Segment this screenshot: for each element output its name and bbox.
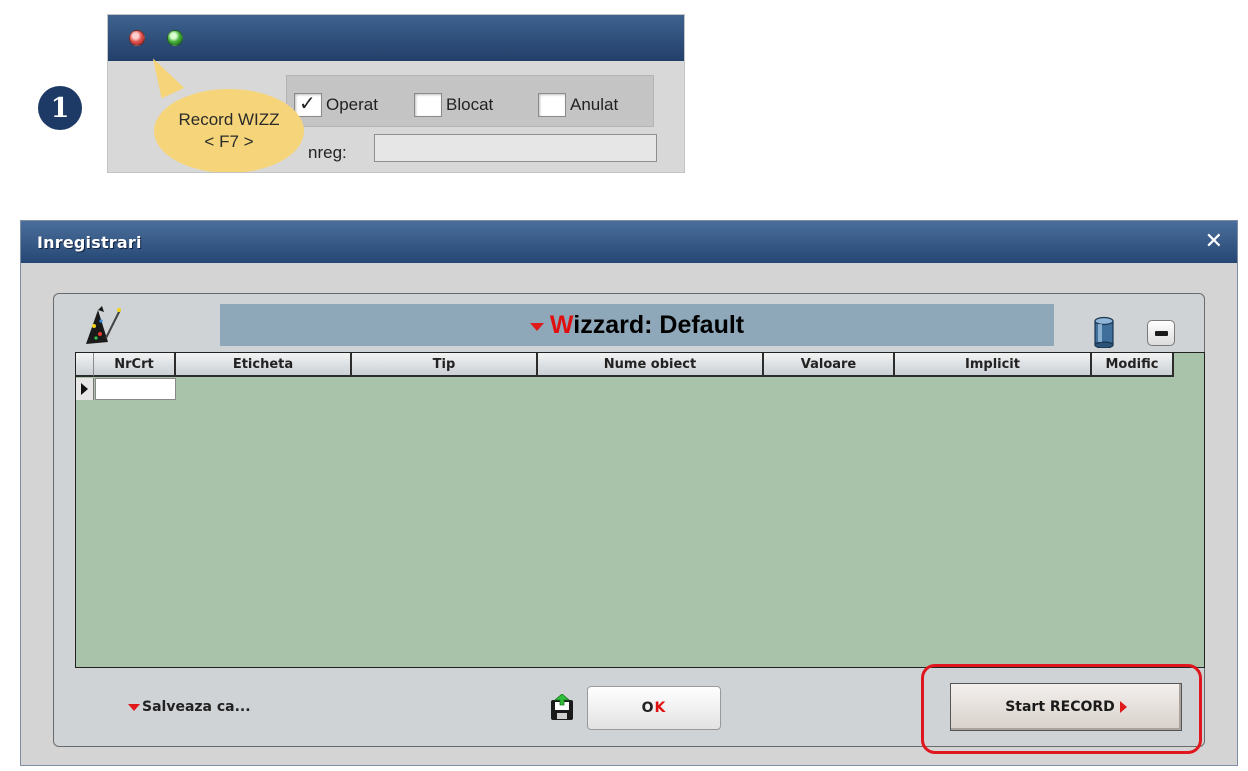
enreg-label: nreg: [308,143,347,162]
play-arrow-icon [1119,701,1127,713]
checkbox-anulat-box[interactable] [538,93,566,117]
inregistrari-window: Inregistrari ✕ Wizzard: Default NrCrt Et… [20,220,1238,766]
checkmark-icon: ✓ [299,91,316,115]
current-row-indicator[interactable] [76,378,94,400]
red-dropdown-caret-icon[interactable] [529,323,544,331]
column-header-implicit[interactable]: Implicit [895,353,1092,377]
checkbox-blocat[interactable]: Blocat [414,91,493,119]
grid-header: NrCrt Eticheta Tip Nume obiect Valoare I… [76,353,1174,377]
start-record-label: Start RECORD [1005,699,1115,715]
minus-button[interactable] [1147,320,1175,346]
nrcrt-cell-editor[interactable] [95,378,176,400]
ok-button-label: O [641,700,655,716]
window-titlebar: Inregistrari ✕ [21,221,1237,263]
close-icon[interactable]: ✕ [1205,229,1223,254]
column-header-modific[interactable]: Modific [1092,353,1174,377]
green-dot-icon[interactable] [167,30,183,46]
checkbox-anulat-label: Anulat [570,95,619,114]
column-header-nrcrt[interactable]: NrCrt [94,353,176,377]
checkbox-operat-label: Operat [326,95,378,114]
record-wizz-snippet: ✓ Operat Blocat Anulat nreg: Record WIZZ… [107,14,685,173]
ok-button-hotkey: K [654,700,667,716]
record-wizz-tooltip: Record WIZZ < F7 > [154,89,304,172]
checkbox-operat-box[interactable]: ✓ [294,91,322,117]
checkbox-anulat[interactable]: Anulat [538,91,618,119]
snippet-titlebar [108,15,684,61]
column-header-eticheta[interactable]: Eticheta [176,353,352,377]
minus-icon [1154,330,1168,336]
record-wizz-red-dot-icon[interactable] [129,30,145,46]
save-as-label: Salveaza ca... [142,699,251,715]
wizard-title-accent: W [549,310,574,339]
save-disk-icon[interactable] [549,694,575,722]
wizard-title: Wizzard: Default [550,311,744,340]
records-grid[interactable]: NrCrt Eticheta Tip Nume obiect Valoare I… [75,352,1205,668]
start-record-button[interactable]: Start RECORD [950,683,1182,731]
save-as-menu[interactable]: Salveaza ca... [128,699,251,715]
wizard-title-bar[interactable]: Wizzard: Default [220,304,1054,346]
database-icon[interactable] [1093,316,1115,348]
wizard-hat-icon[interactable] [82,304,122,346]
column-header-valoare[interactable]: Valoare [764,353,895,377]
ok-button[interactable]: OK [587,686,721,730]
enreg-field[interactable] [374,134,657,162]
row-indicator-header [76,353,94,377]
tooltip-line-2: < F7 > [204,132,254,151]
step-number-badge: 1 [38,86,82,130]
tooltip-line-1: Record WIZZ [178,110,280,129]
red-dropdown-caret-icon [128,703,140,711]
column-header-nume-obiect[interactable]: Nume obiect [538,353,764,377]
wizard-panel: Wizzard: Default NrCrt Eticheta Tip Nume… [53,293,1205,747]
column-header-tip[interactable]: Tip [352,353,538,377]
wizard-title-rest: izzard: Default [573,310,745,339]
row-pointer-icon [81,383,88,395]
window-title: Inregistrari [37,233,142,252]
checkbox-blocat-box[interactable] [414,93,442,117]
checkbox-blocat-label: Blocat [446,95,494,114]
checkbox-operat[interactable]: ✓ Operat [294,91,378,119]
